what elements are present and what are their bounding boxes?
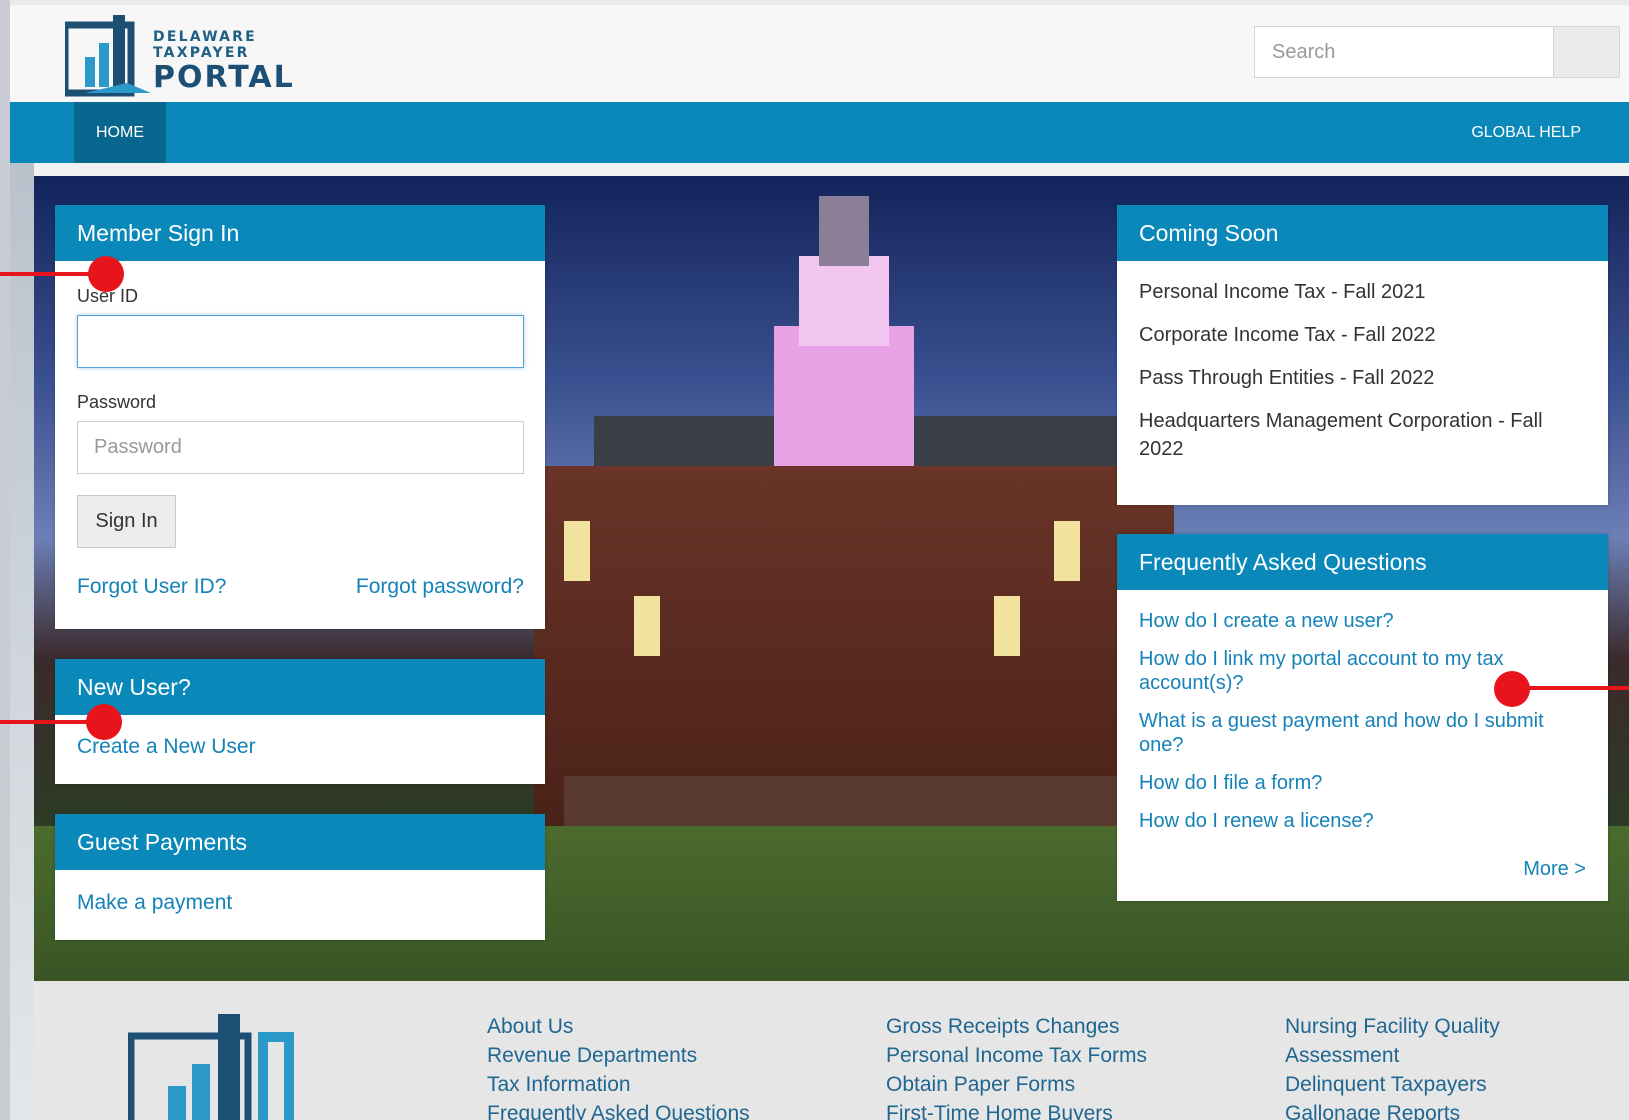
coming-soon-title: Coming Soon xyxy=(1117,205,1608,261)
faq-link[interactable]: What is a guest payment and how do I sub… xyxy=(1139,709,1586,757)
faq-panel: Frequently Asked Questions How do I crea… xyxy=(1117,534,1608,901)
coming-soon-item: Corporate Income Tax - Fall 2022 xyxy=(1139,324,1436,346)
site-header: DELAWARE TAXPAYER PORTAL xyxy=(10,0,1629,102)
page-left-edge xyxy=(10,160,34,1120)
main-navbar: HOME GLOBAL HELP xyxy=(10,102,1629,163)
new-user-title: New User? xyxy=(55,659,545,715)
hero-window xyxy=(634,596,660,656)
nav-home[interactable]: HOME xyxy=(74,102,166,163)
footer-link[interactable]: Revenue Departments xyxy=(487,1041,750,1070)
search-button[interactable] xyxy=(1553,27,1619,77)
hero-tower-base xyxy=(774,326,914,466)
hero-tower-cupola xyxy=(799,256,889,346)
hero-window xyxy=(1054,521,1080,581)
coming-soon-item: Pass Through Entities - Fall 2022 xyxy=(1139,367,1435,389)
footer-link[interactable]: Delinquent Taxpayers xyxy=(1285,1070,1500,1099)
footer-link[interactable]: Nursing Facility Quality xyxy=(1285,1012,1500,1041)
portal-logo-icon xyxy=(65,15,151,97)
footer-link[interactable]: First-Time Home Buyers xyxy=(886,1099,1147,1120)
footer-link[interactable]: Tax Information xyxy=(487,1070,750,1099)
footer-link[interactable]: Gallonage Reports xyxy=(1285,1099,1500,1120)
user-id-label: User ID xyxy=(77,286,139,306)
guest-payments-panel: Guest Payments Make a payment xyxy=(55,814,545,940)
footer-link[interactable]: Gross Receipts Changes xyxy=(886,1012,1147,1041)
member-signin-panel: Member Sign In User ID Password Sign In … xyxy=(55,205,545,629)
annotation-marker xyxy=(88,256,124,292)
footer-link[interactable]: Assessment xyxy=(1285,1041,1500,1070)
faq-more-link[interactable]: More > xyxy=(1523,858,1586,881)
site-footer: About Us Revenue Departments Tax Informa… xyxy=(34,981,1629,1120)
coming-soon-item: Personal Income Tax - Fall 2021 xyxy=(1139,281,1426,303)
footer-column-3: Nursing Facility Quality Assessment Deli… xyxy=(1285,1012,1500,1120)
footer-link[interactable]: About Us xyxy=(487,1012,750,1041)
forgot-user-id-link[interactable]: Forgot User ID? xyxy=(77,575,226,599)
logo-text-portal: PORTAL xyxy=(153,60,295,95)
footer-column-1: About Us Revenue Departments Tax Informa… xyxy=(487,1012,750,1120)
hero-building xyxy=(534,466,1174,826)
forgot-password-link[interactable]: Forgot password? xyxy=(356,575,524,599)
nav-global-help[interactable]: GLOBAL HELP xyxy=(1471,102,1581,163)
faq-link[interactable]: How do I renew a license? xyxy=(1139,809,1586,833)
password-label: Password xyxy=(77,392,157,412)
search-input[interactable] xyxy=(1255,27,1553,77)
coming-soon-item: Headquarters Management Corporation - Fa… xyxy=(1139,410,1543,460)
annotation-marker xyxy=(86,704,122,740)
portal-logo[interactable]: DELAWARE TAXPAYER PORTAL xyxy=(65,13,305,99)
logo-text-taxpayer: TAXPAYER xyxy=(153,45,250,61)
sign-in-button[interactable]: Sign In xyxy=(77,495,176,548)
faq-link[interactable]: How do I create a new user? xyxy=(1139,609,1586,633)
member-signin-title: Member Sign In xyxy=(55,205,545,261)
password-field[interactable] xyxy=(77,421,524,474)
guest-payments-title: Guest Payments xyxy=(55,814,545,870)
footer-link[interactable]: Frequently Asked Questions xyxy=(487,1099,750,1120)
hero-tower-top xyxy=(819,196,869,266)
browser-left-strip xyxy=(0,0,10,1120)
coming-soon-panel: Coming Soon Personal Income Tax - Fall 2… xyxy=(1117,205,1608,505)
search-box xyxy=(1254,26,1620,78)
footer-logo-icon xyxy=(128,1014,294,1120)
new-user-panel: New User? Create a New User xyxy=(55,659,545,784)
hero-window xyxy=(564,521,590,581)
make-payment-link[interactable]: Make a payment xyxy=(77,891,232,914)
faq-title: Frequently Asked Questions xyxy=(1117,534,1608,590)
footer-link[interactable]: Personal Income Tax Forms xyxy=(886,1041,1147,1070)
logo-text-delaware: DELAWARE xyxy=(153,29,257,45)
faq-link[interactable]: How do I file a form? xyxy=(1139,771,1586,795)
annotation-marker xyxy=(1494,671,1530,707)
user-id-field[interactable] xyxy=(77,315,524,368)
hero-window xyxy=(994,596,1020,656)
footer-column-2: Gross Receipts Changes Personal Income T… xyxy=(886,1012,1147,1120)
footer-link[interactable]: Obtain Paper Forms xyxy=(886,1070,1147,1099)
